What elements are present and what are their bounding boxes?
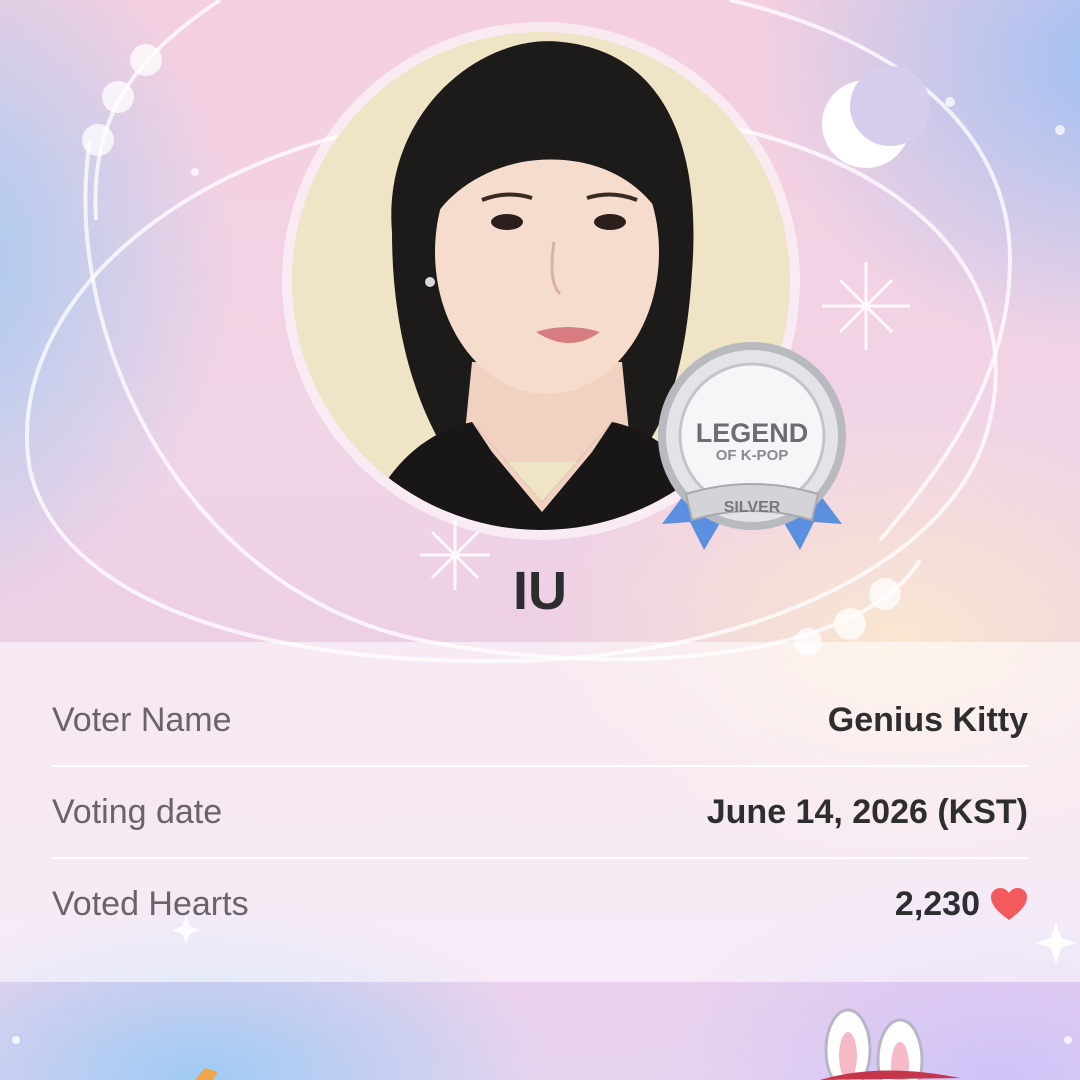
dot-decoration xyxy=(191,168,199,176)
dot-decoration xyxy=(1064,1036,1072,1044)
dot-decoration xyxy=(82,124,114,156)
voted-hearts-value-wrap: 2,230 xyxy=(895,885,1028,924)
dot-decoration xyxy=(130,44,162,76)
voter-name-value: Genius Kitty xyxy=(827,700,1028,739)
dot-decoration xyxy=(945,97,955,107)
bow-decoration xyxy=(195,1068,218,1080)
voting-date-row: Voting date June 14, 2026 (KST) xyxy=(52,766,1028,858)
rabbit-decoration xyxy=(820,1008,960,1080)
heart-icon xyxy=(991,888,1027,920)
voted-hearts-label: Voted Hearts xyxy=(52,884,249,923)
legend-silver-badge: LEGEND OF K-POP SILVER xyxy=(652,336,852,558)
dot-decoration xyxy=(12,1036,20,1044)
badge-tier: SILVER xyxy=(723,499,781,516)
badge-subtitle: OF K-POP xyxy=(715,447,789,464)
voted-hearts-value: 2,230 xyxy=(894,884,980,923)
voter-name-row: Voter Name Genius Kitty xyxy=(52,674,1028,766)
vote-info-card: Voter Name Genius Kitty Voting date June… xyxy=(0,642,1080,982)
voter-name-label: Voter Name xyxy=(52,700,232,739)
voting-date-label: Voting date xyxy=(52,792,223,831)
dot-decoration xyxy=(1055,125,1065,135)
crescent-moon-icon xyxy=(822,66,930,168)
badge-title: LEGEND xyxy=(695,418,809,448)
artist-name: IU xyxy=(513,561,567,621)
dot-decoration xyxy=(102,81,134,113)
voting-date-value: June 14, 2026 (KST) xyxy=(706,792,1028,831)
voted-hearts-row: Voted Hearts 2,230 xyxy=(52,858,1028,950)
